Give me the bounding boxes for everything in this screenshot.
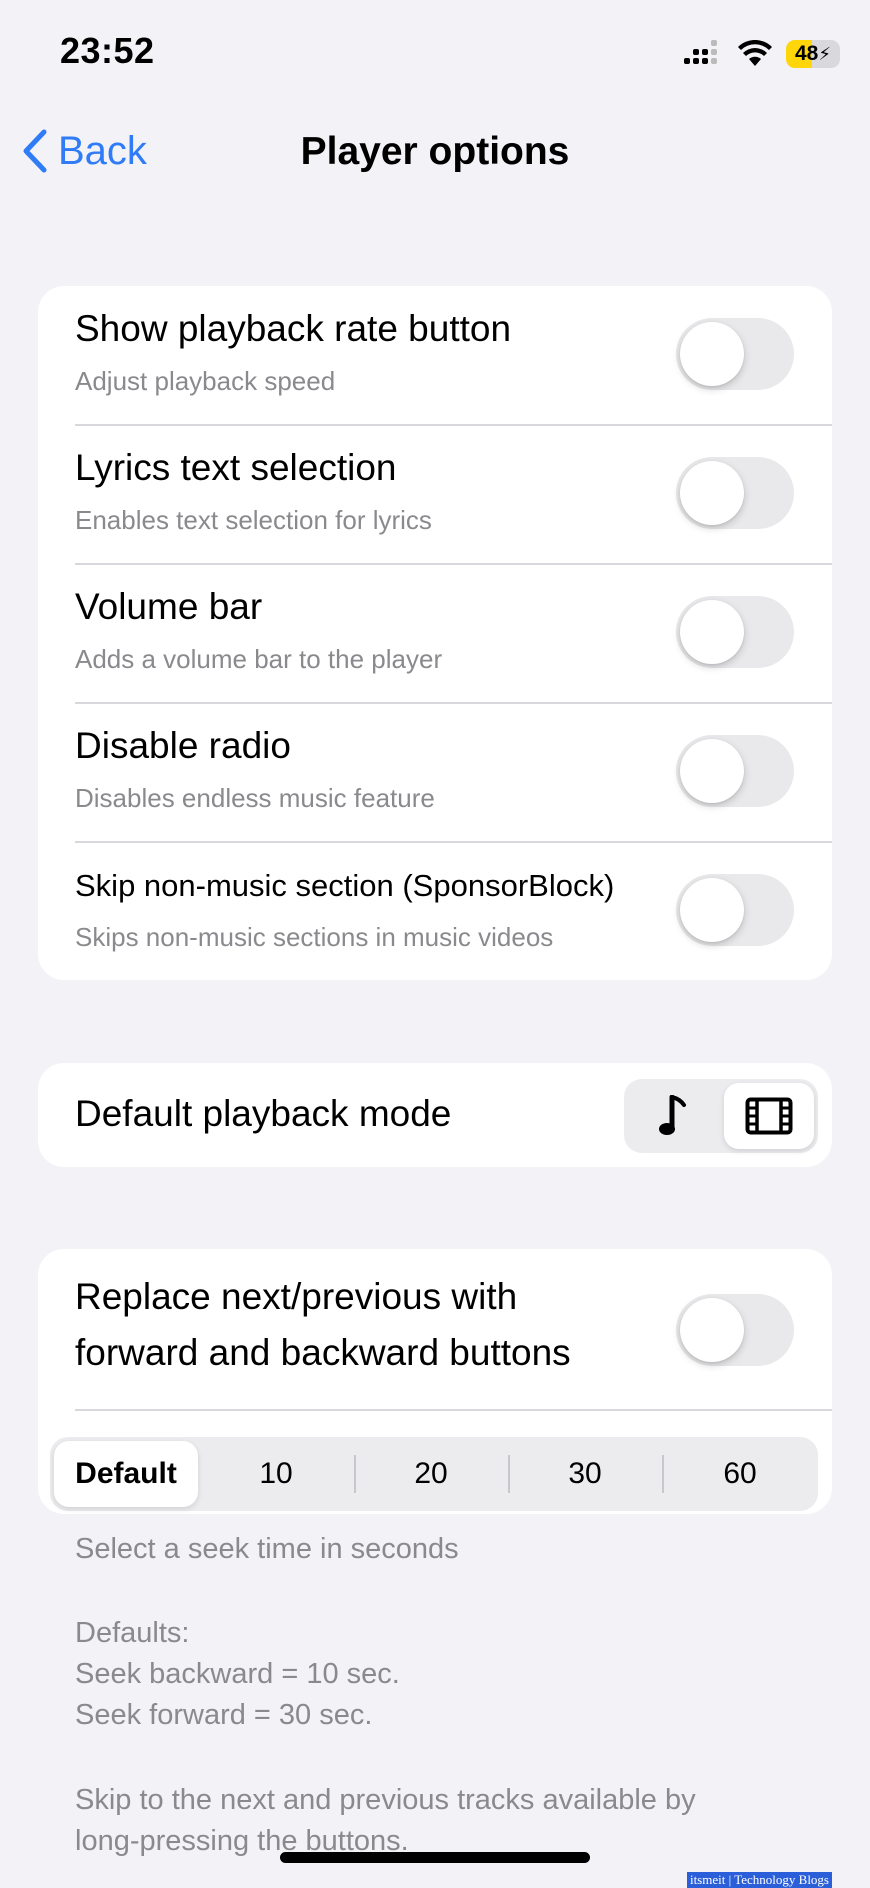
segment-divider (354, 1455, 356, 1493)
setting-subtitle: Skips non-music sections in music videos (75, 922, 554, 952)
watermark: itsmeit | Technology Blogs (686, 1872, 832, 1888)
setting-title: Show playback rate button (75, 308, 512, 349)
setting-subtitle: Adds a volume bar to the player (75, 644, 443, 674)
disable-radio-toggle[interactable] (676, 735, 794, 807)
toggle-settings-card: Show playback rate button Adjust playbac… (38, 286, 832, 980)
music-mode-button[interactable] (628, 1083, 718, 1149)
defaults-heading: Defaults: (75, 1617, 190, 1649)
setting-row-volume-bar: Volume bar Adds a volume bar to the play… (38, 564, 832, 703)
sponsorblock-toggle[interactable] (676, 874, 794, 946)
playback-mode-label: Default playback mode (75, 1093, 452, 1134)
setting-row-playback-rate: Show playback rate button Adjust playbac… (38, 286, 832, 425)
seek-option-10[interactable]: 10 (204, 1441, 348, 1507)
divider (75, 1409, 832, 1411)
lyrics-selection-toggle[interactable] (676, 457, 794, 529)
seek-option-60[interactable]: 60 (668, 1441, 812, 1507)
setting-row-sponsorblock: Skip non-music section (SponsorBlock) Sk… (38, 842, 832, 980)
home-indicator (280, 1852, 590, 1863)
battery-level: 48 (795, 42, 819, 65)
replace-buttons-toggle[interactable] (676, 1294, 794, 1366)
setting-title: Lyrics text selection (75, 447, 397, 488)
playback-rate-toggle[interactable] (676, 318, 794, 390)
long-press-line1: Skip to the next and previous tracks ava… (75, 1784, 696, 1816)
setting-row-lyrics-selection: Lyrics text selection Enables text selec… (38, 425, 832, 564)
setting-title: Volume bar (75, 586, 263, 627)
charging-bolt-icon: ⚡ (818, 43, 831, 64)
replace-buttons-title-line2: forward and backward buttons (75, 1332, 571, 1373)
segment-divider (662, 1455, 664, 1493)
seek-footer-hint: Select a seek time in seconds (75, 1533, 459, 1565)
defaults-backward: Seek backward = 10 sec. (75, 1658, 400, 1690)
seek-settings-card: Replace next/previous with forward and b… (38, 1249, 832, 1514)
film-icon (745, 1097, 793, 1135)
playback-mode-card: Default playback mode (38, 1063, 832, 1167)
seek-defaults-note: Defaults: Seek backward = 10 sec. Seek f… (75, 1613, 400, 1736)
video-mode-button[interactable] (724, 1083, 814, 1149)
seek-option-20[interactable]: 20 (359, 1441, 503, 1507)
setting-subtitle: Enables text selection for lyrics (75, 505, 432, 535)
playback-mode-segmented-control (624, 1079, 818, 1153)
page-title: Player options (300, 130, 570, 173)
seek-time-segmented-control: Default 10 20 30 60 (50, 1437, 818, 1511)
setting-title: Skip non-music section (SponsorBlock) (75, 868, 615, 903)
cellular-signal-icon (684, 40, 717, 64)
setting-subtitle: Disables endless music feature (75, 783, 435, 813)
status-icons: 48 ⚡ (684, 36, 840, 72)
replace-buttons-title: Replace next/previous with forward and b… (75, 1269, 571, 1381)
setting-title: Disable radio (75, 725, 291, 766)
segment-divider (508, 1455, 510, 1493)
battery-icon: 48 ⚡ (786, 40, 840, 68)
replace-buttons-title-line1: Replace next/previous with (75, 1276, 518, 1317)
setting-subtitle: Adjust playback speed (75, 366, 336, 396)
music-note-icon (659, 1095, 686, 1135)
seek-option-30[interactable]: 30 (513, 1441, 657, 1507)
status-time: 23:52 (60, 30, 155, 71)
defaults-forward: Seek forward = 30 sec. (75, 1699, 373, 1731)
volume-bar-toggle[interactable] (676, 596, 794, 668)
long-press-note: Skip to the next and previous tracks ava… (75, 1780, 696, 1862)
wifi-icon (738, 40, 772, 66)
setting-row-disable-radio: Disable radio Disables endless music fea… (38, 703, 832, 842)
seek-option-default[interactable]: Default (54, 1441, 198, 1507)
